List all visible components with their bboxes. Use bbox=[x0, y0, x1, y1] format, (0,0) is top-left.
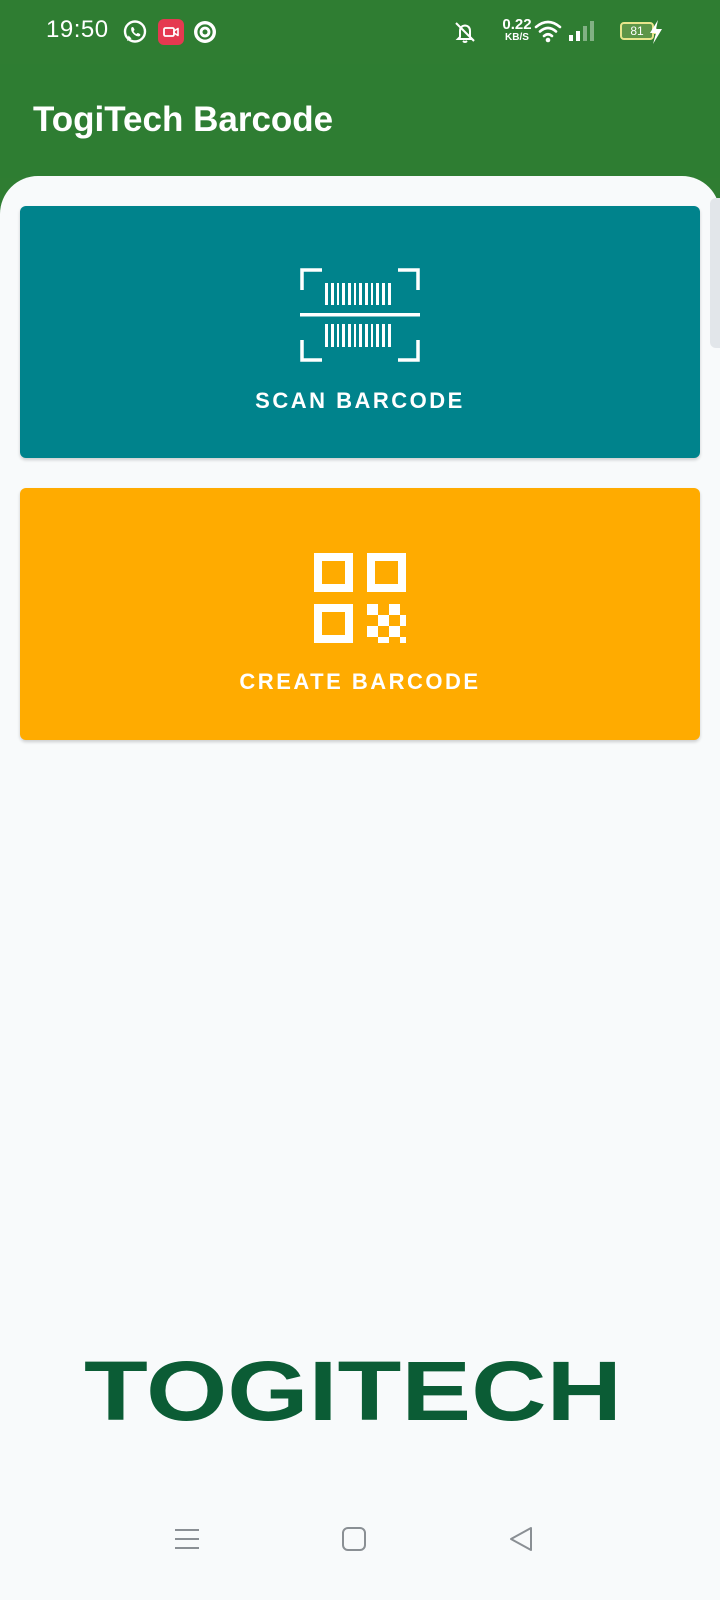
menu-icon[interactable] bbox=[174, 1526, 200, 1557]
status-time: 19:50 bbox=[46, 16, 109, 43]
qr-code-icon bbox=[314, 553, 406, 648]
charging-icon bbox=[648, 20, 664, 49]
create-barcode-label: CREATE BARCODE bbox=[239, 669, 481, 694]
network-speed: 0.22 KB/S bbox=[500, 17, 534, 43]
wifi-icon bbox=[534, 18, 562, 49]
scan-barcode-label: SCAN BARCODE bbox=[255, 388, 465, 413]
home-icon[interactable] bbox=[341, 1526, 367, 1557]
scrollbar[interactable] bbox=[710, 198, 720, 348]
logo-text: TOGITECH bbox=[84, 1356, 622, 1428]
whatsapp-icon bbox=[122, 19, 148, 50]
app-bar: TogiTech Barcode bbox=[0, 64, 720, 178]
togitech-logo: TOGITECH bbox=[84, 1344, 624, 1438]
main-content: SCAN BARCODE CREATE BARCODE TOGITECH bbox=[0, 176, 720, 1600]
screen-record-icon bbox=[158, 19, 184, 50]
sync-icon bbox=[192, 19, 218, 50]
back-icon[interactable] bbox=[508, 1526, 534, 1557]
scan-barcode-button[interactable]: SCAN BARCODE bbox=[20, 206, 700, 458]
mute-icon bbox=[452, 19, 478, 50]
network-speed-value: 0.22 bbox=[502, 16, 532, 33]
create-barcode-button[interactable]: CREATE BARCODE bbox=[20, 488, 700, 740]
status-bar: 19:50 0.22 KB/S 81 bbox=[0, 0, 720, 64]
page-title: TogiTech Barcode bbox=[33, 100, 334, 139]
network-speed-unit: KB/S bbox=[505, 32, 529, 43]
barcode-scan-icon bbox=[300, 268, 420, 367]
signal-icon bbox=[568, 20, 594, 47]
navigation-bar bbox=[0, 1492, 720, 1600]
